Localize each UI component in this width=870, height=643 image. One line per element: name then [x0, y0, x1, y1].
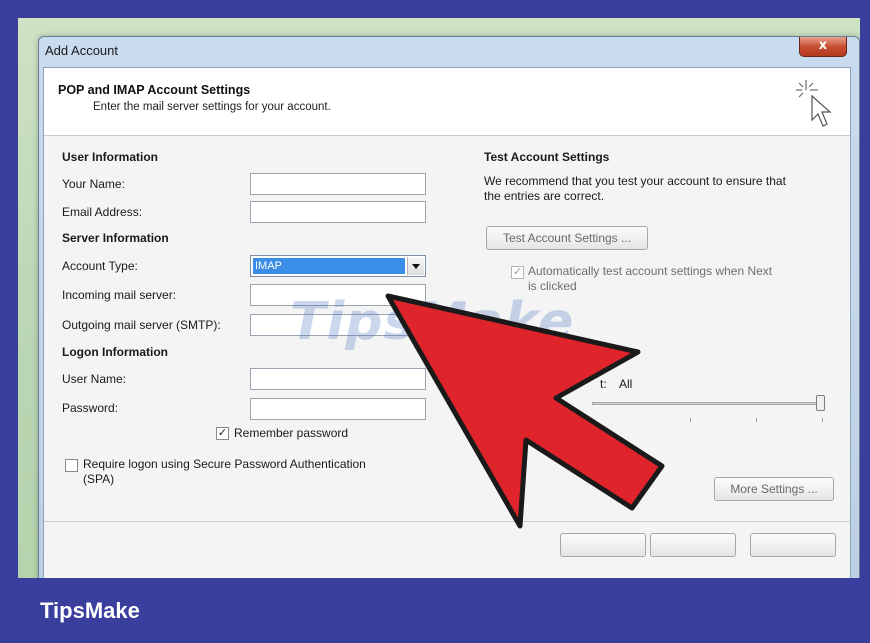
incoming-mail-server-label: Incoming mail server:	[62, 288, 177, 302]
cancel-button[interactable]	[750, 533, 836, 557]
your-name-input[interactable]	[250, 173, 426, 195]
test-settings-heading: Test Account Settings	[484, 150, 610, 164]
red-pointer-arrow	[385, 293, 665, 529]
header-subtitle: Enter the mail server settings for your …	[93, 101, 331, 113]
chevron-down-icon[interactable]	[407, 257, 424, 275]
header-title: POP and IMAP Account Settings	[58, 83, 251, 97]
account-type-label: Account Type:	[62, 259, 138, 273]
auto-test-label-line1: Automatically test account settings when…	[528, 264, 773, 278]
brand-banner-text: TipsMake	[40, 598, 140, 623]
your-name-label: Your Name:	[62, 177, 125, 191]
wizard-cursor-icon	[796, 80, 832, 127]
email-address-input[interactable]	[250, 201, 426, 223]
remember-password-checkbox[interactable]: ✓	[216, 427, 229, 440]
dialog-title: Add Account	[45, 43, 118, 58]
logon-info-heading: Logon Information	[62, 345, 168, 359]
slider-tick	[690, 418, 691, 422]
offline-mail-slider-thumb[interactable]	[816, 395, 825, 411]
dialog-header: POP and IMAP Account Settings Enter the …	[44, 68, 850, 136]
email-address-label: Email Address:	[62, 205, 143, 219]
password-label: Password:	[62, 401, 119, 415]
frame-top	[0, 0, 870, 18]
brand-banner: TipsMake	[0, 578, 870, 643]
slider-tick	[822, 418, 823, 422]
test-account-settings-button[interactable]: Test Account Settings ...	[486, 226, 648, 250]
spa-label-line2: (SPA)	[83, 472, 115, 486]
user-name-label: User Name:	[62, 372, 127, 386]
account-type-select[interactable]: IMAP	[250, 255, 426, 277]
frame-right	[860, 0, 870, 643]
spa-checkbox[interactable]	[65, 459, 78, 472]
auto-test-checkbox[interactable]: ✓	[511, 266, 524, 279]
account-type-selected-value: IMAP	[253, 258, 405, 274]
title-bar: Add Account x	[39, 37, 859, 67]
outgoing-mail-server-label: Outgoing mail server (SMTP):	[62, 318, 221, 332]
test-settings-description-line1: We recommend that you test your account …	[484, 174, 786, 188]
slider-tick	[756, 418, 757, 422]
server-info-heading: Server Information	[62, 231, 169, 245]
test-settings-description-line2: the entries are correct.	[484, 189, 605, 203]
remember-password-label: Remember password	[234, 426, 349, 440]
spa-label-line1: Require logon using Secure Password Auth…	[83, 457, 366, 471]
close-button[interactable]: x	[799, 37, 847, 57]
frame-left	[0, 0, 18, 643]
user-info-heading: User Information	[62, 150, 159, 164]
more-settings-button[interactable]: More Settings ...	[714, 477, 834, 501]
